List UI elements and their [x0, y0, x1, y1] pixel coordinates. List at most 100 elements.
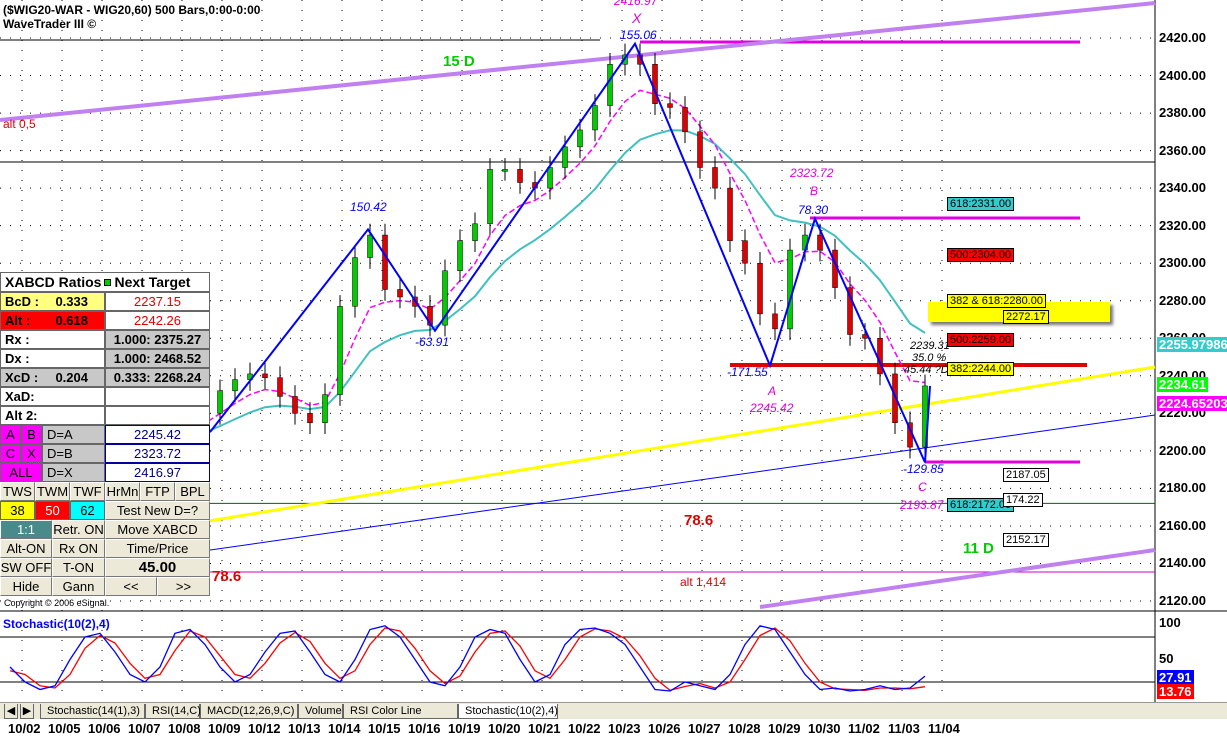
date-tick: 10/21 [528, 721, 561, 736]
ratio-name: Dx : [5, 351, 30, 366]
point-button-a[interactable]: A [0, 425, 21, 444]
price-tick: 2160.00 [1159, 517, 1206, 533]
ratio-name: XaD: [5, 389, 35, 404]
date-tick: 10/12 [248, 721, 281, 736]
c-price-label: 2193.87 [900, 498, 944, 512]
candle [262, 373, 268, 378]
date-tick: 10/16 [408, 721, 441, 736]
target-box: 2272.17 [1003, 310, 1049, 324]
sw-off-button[interactable]: SW OFF [0, 558, 52, 577]
leg-label: 150.42 [350, 200, 387, 214]
candle [517, 169, 523, 183]
candle [757, 262, 763, 315]
a-point-label: A [768, 384, 777, 398]
ratio-row-label: Rx : [0, 330, 105, 349]
ratio-name: BcD : [5, 294, 39, 309]
candle [697, 131, 703, 168]
date-tick: 10/07 [128, 721, 161, 736]
candle [232, 379, 238, 392]
candle [727, 187, 733, 241]
b-price-label: 2323.72 [790, 166, 834, 180]
ratio-1-1-button[interactable]: 1:1 [0, 520, 52, 539]
price-tick: 2420.00 [1159, 30, 1206, 45]
price-tick: 2120.00 [1159, 592, 1206, 608]
next-target-value [105, 406, 210, 425]
target-box: 382 & 618:2280.00 [947, 294, 1046, 308]
next-target-title: Next Target [114, 274, 191, 290]
point-button-x[interactable]: X [21, 444, 42, 463]
scroll-right-button[interactable]: ▶ [20, 704, 34, 719]
retr-on-button[interactable]: Retr. ON [52, 520, 105, 539]
indicator-tab[interactable]: RSI Color Line Bar(14) [343, 704, 458, 731]
candle [742, 240, 748, 264]
ratio-name: Rx : [5, 332, 30, 347]
test-new-d-button[interactable]: Test New D=? [105, 501, 210, 520]
candle [682, 107, 688, 133]
stoch-tick: 50 [1159, 651, 1174, 666]
alt-label: alt 1,414 [680, 575, 727, 589]
d-price-label: 2239.31 [910, 340, 950, 352]
leg-label: -63.91 [415, 335, 450, 349]
target-box: 174.22 [1003, 493, 1043, 507]
ratio-value: 0.333 [55, 294, 88, 309]
b-ratio-label: 78.30 [798, 203, 829, 217]
fib-label: 78.6 [684, 512, 714, 529]
gann-button[interactable]: Gann [52, 577, 105, 596]
candle [217, 390, 223, 414]
candle [292, 396, 298, 414]
target-box: 2152.17 [1003, 533, 1049, 547]
candle [772, 313, 778, 330]
time-price-button[interactable]: Time/Price [105, 539, 210, 558]
next-button[interactable]: >> [157, 577, 210, 596]
c-swing-label: -129.85 [903, 462, 944, 476]
indicator-tab[interactable]: MACD(12,26,9,C) [200, 704, 298, 719]
ratio-name: Alt : [5, 313, 31, 328]
date-tick: 10/27 [688, 721, 721, 736]
d-row-value: 2245.42 [105, 425, 210, 444]
indicator-tab[interactable]: RSI(14,C) [145, 704, 201, 719]
point-button-b[interactable]: B [21, 425, 42, 444]
fib-38-button[interactable]: 38 [0, 501, 35, 520]
hrmn-button[interactable]: HrMn [105, 482, 140, 501]
indicator-tab[interactable]: Stochastic(10(2),4) [458, 704, 558, 719]
ratio-value: 0.618 [55, 313, 88, 328]
fib-62-button[interactable]: 62 [70, 501, 105, 520]
indicator-tab[interactable]: Stochastic(14(1),3) [40, 704, 145, 719]
chart-subtitle: WaveTrader III © [3, 17, 97, 31]
t-on-button[interactable]: T-ON [52, 558, 105, 577]
target-box: 618:2331.00 [947, 197, 1015, 211]
rx-on-button[interactable]: Rx ON [52, 539, 105, 558]
date-axis: 10/02 10/05 10/06 10/07 10/08 10/09 10/12 10/13… [0, 719, 1227, 753]
candle [352, 257, 358, 307]
date-tick: 10/02 [8, 721, 41, 736]
alt-on-button[interactable]: Alt-ON [0, 539, 52, 558]
hide-button[interactable]: Hide [0, 577, 52, 596]
candle [382, 234, 388, 290]
candle [472, 223, 478, 241]
prev-button[interactable]: << [105, 577, 157, 596]
days-label: 11 D [963, 540, 994, 557]
panel-header: XABCD Ratios Next Target [0, 272, 210, 292]
candle [487, 169, 493, 225]
twm-button[interactable]: TWM [35, 482, 70, 501]
target-box: 382:2244.00 [947, 362, 1015, 376]
d-row-value: 2416.97 [105, 463, 210, 482]
next-target-value [105, 387, 210, 406]
value-field[interactable]: 45.00 [105, 558, 210, 577]
point-button-c[interactable]: C [0, 444, 21, 463]
date-tick: 10/08 [168, 721, 201, 736]
tws-button[interactable]: TWS [0, 482, 35, 501]
move-xabcd-button[interactable]: Move XABCD [105, 520, 210, 539]
ftp-button[interactable]: FTP [140, 482, 175, 501]
price-tick: 2320.00 [1159, 217, 1206, 233]
point-button-all[interactable]: ALL [0, 463, 42, 482]
price-tick: 2180.00 [1159, 480, 1206, 496]
date-tick: 10/13 [288, 721, 321, 736]
scroll-left-button[interactable]: ◀ [4, 704, 18, 719]
twf-button[interactable]: TWF [70, 482, 105, 501]
next-target-value: 0.333: 2268.24 [105, 368, 210, 387]
indicator-tab[interactable]: Volume [298, 704, 343, 719]
bpl-button[interactable]: BPL [175, 482, 210, 501]
date-tick: 10/26 [648, 721, 681, 736]
fib-50-button[interactable]: 50 [35, 501, 70, 520]
